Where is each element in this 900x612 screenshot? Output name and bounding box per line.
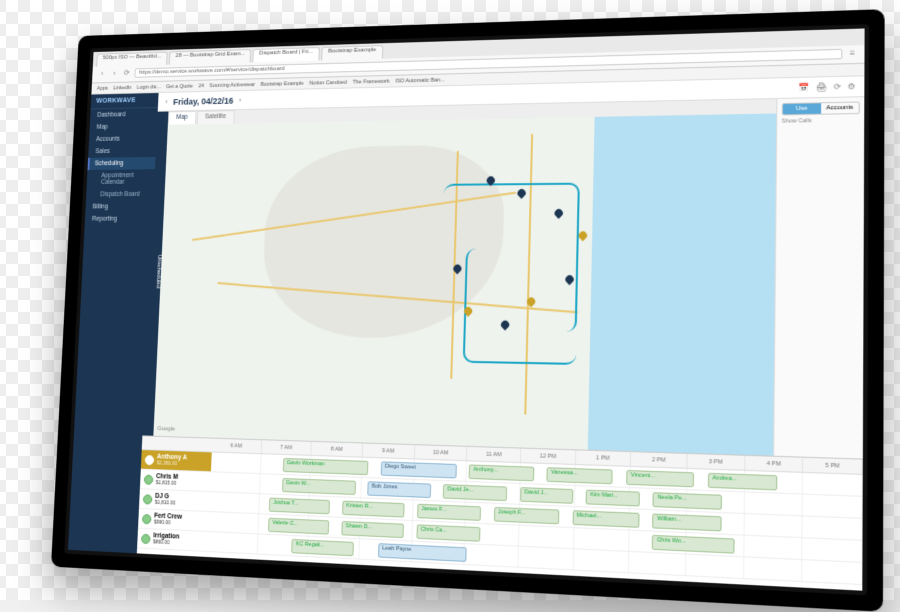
- appointment-block[interactable]: Andrea...: [708, 473, 778, 491]
- route-map[interactable]: Google: [153, 113, 776, 455]
- page-title: Friday, 04/22/16: [173, 95, 234, 106]
- next-day-button[interactable]: ›: [239, 96, 242, 105]
- appointment-block[interactable]: Kim Mari...: [586, 490, 640, 507]
- appointment-block[interactable]: Gavin W...: [282, 478, 356, 495]
- avatar: [141, 533, 151, 543]
- hour-header: 8 AM: [312, 442, 364, 457]
- back-button[interactable]: ‹: [97, 69, 106, 78]
- prev-day-button[interactable]: ‹: [165, 97, 168, 106]
- refresh-icon[interactable]: ⟳: [833, 82, 840, 92]
- bookmark-item[interactable]: The Framework: [353, 78, 390, 85]
- appointment-block[interactable]: David J...: [520, 487, 573, 504]
- appointment-block[interactable]: Diego Sweet: [381, 461, 457, 478]
- hour-header: 12 PM: [521, 449, 576, 464]
- view-toggle[interactable]: UseAccounts: [782, 101, 860, 115]
- appointment-block[interactable]: Shawn D...: [341, 521, 404, 538]
- sidebar-item-billing[interactable]: Billing: [85, 200, 153, 213]
- dispatch-timeline: Anthony A$2,360.00Chris M$1,815.00DJ G$1…: [137, 435, 863, 590]
- hour-header: 7 AM: [261, 440, 312, 455]
- bookmark-item[interactable]: LinkedIn: [113, 85, 132, 91]
- appointment-block[interactable]: Vanessa...: [547, 467, 613, 484]
- avatar: [142, 514, 152, 524]
- settings-icon[interactable]: ⚙: [848, 82, 856, 92]
- bookmark-item[interactable]: Login dis...: [137, 84, 161, 90]
- hour-header: 2 PM: [631, 452, 688, 468]
- appointment-block[interactable]: Joseph F...: [494, 507, 560, 524]
- sidebar-item-sales[interactable]: Sales: [88, 145, 156, 158]
- bookmark-item[interactable]: Bootstrap Example: [260, 80, 303, 87]
- hour-header: 6 AM: [212, 439, 262, 454]
- appointment-block[interactable]: Anthony...: [469, 464, 534, 481]
- view-toggle-use[interactable]: Use: [783, 103, 821, 114]
- sidebar-item-map[interactable]: Map: [89, 120, 157, 133]
- technician-row[interactable]: Irrigation$860.00: [137, 529, 208, 552]
- appointment-block[interactable]: Bob Jones: [368, 481, 431, 498]
- appointment-block[interactable]: Michael...: [572, 510, 639, 528]
- appointment-block[interactable]: Vincent...: [626, 470, 694, 487]
- bookmark-item[interactable]: Apps: [97, 85, 108, 91]
- bookmark-item[interactable]: Get a Quote: [166, 83, 193, 89]
- bookmark-item[interactable]: Notion Candoed: [309, 79, 347, 86]
- right-panel: UseAccounts Show Calls: [773, 97, 864, 458]
- forward-button[interactable]: ›: [110, 69, 119, 79]
- avatar: [144, 474, 154, 484]
- hour-header: 3 PM: [688, 454, 746, 470]
- view-toggle-accounts[interactable]: Accounts: [821, 103, 859, 114]
- sidebar-item-accounts[interactable]: Accounts: [89, 132, 157, 145]
- bookmark-item[interactable]: ISO Automatic Ban...: [395, 77, 445, 84]
- calendar-icon[interactable]: 📅: [798, 83, 809, 93]
- appointment-block[interactable]: KC Regali...: [292, 539, 354, 556]
- sidebar-item-reporting[interactable]: Reporting: [85, 213, 153, 226]
- print-icon[interactable]: 🖨: [816, 82, 827, 92]
- hour-header: 4 PM: [745, 456, 804, 472]
- avatar: [145, 455, 155, 465]
- appointment-block[interactable]: William...: [653, 513, 722, 531]
- avatar: [143, 494, 153, 504]
- appointment-block[interactable]: James F...: [417, 504, 481, 521]
- bookmark-item[interactable]: Sourcing Activewear: [209, 82, 255, 89]
- appointment-block[interactable]: Valerie C...: [268, 518, 329, 535]
- bookmark-item[interactable]: 24: [198, 83, 204, 89]
- hour-header: 9 AM: [363, 443, 415, 458]
- menu-icon[interactable]: ≡: [847, 49, 858, 60]
- hour-header: 11 AM: [467, 447, 521, 462]
- sidebar-item-scheduling[interactable]: Scheduling: [88, 157, 156, 170]
- map-attribution: Google: [157, 426, 175, 432]
- hour-header: 10 AM: [415, 445, 468, 460]
- appointment-block[interactable]: Kristen R...: [342, 501, 405, 518]
- brand-logo: WORKWAVE: [91, 93, 159, 109]
- sidebar-item-dispatch-board[interactable]: Dispatch Board: [86, 188, 154, 201]
- appointment-block[interactable]: Neela Pe...: [653, 492, 722, 510]
- appointment-block[interactable]: David Je...: [443, 484, 508, 501]
- map-tab-map[interactable]: Map: [168, 111, 196, 125]
- map-pin[interactable]: [577, 230, 589, 242]
- hour-header: 5 PM: [803, 458, 862, 474]
- appointment-block[interactable]: Joshua T...: [269, 498, 330, 515]
- sidebar-item-appointment-calendar[interactable]: Appointment Calendar: [87, 169, 155, 188]
- hour-header: 1 PM: [576, 450, 632, 466]
- reload-button[interactable]: ⟳: [122, 69, 131, 79]
- show-calls-label: Show Calls: [782, 117, 860, 125]
- technician-row[interactable]: Anthony A$2,360.00: [141, 450, 212, 472]
- appointment-block[interactable]: Chris Ca...: [416, 524, 480, 541]
- map-tab-satellite[interactable]: Satellite: [196, 110, 234, 124]
